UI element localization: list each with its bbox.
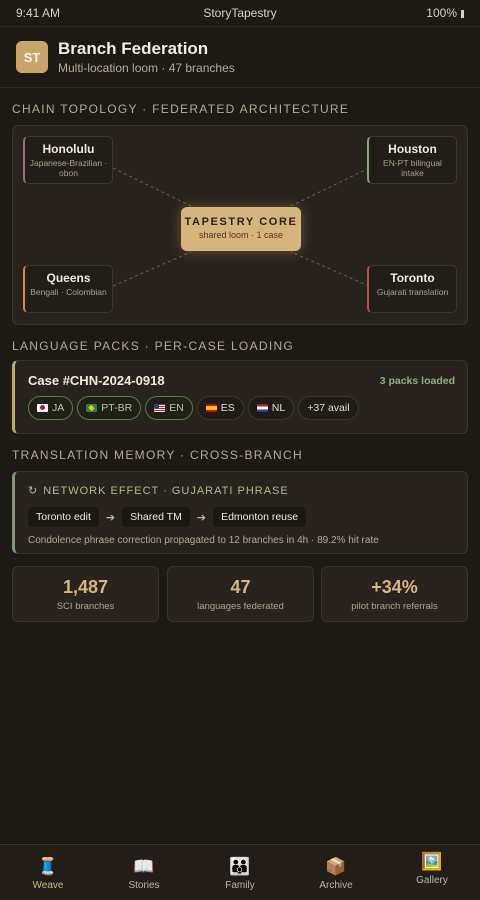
language-chip[interactable]: ES xyxy=(196,396,244,420)
branch-node-toronto[interactable]: Toronto Gujarati translation xyxy=(367,265,457,313)
flag-icon xyxy=(154,404,166,412)
bottom-nav: 🧵 Weave 📖 Stories 👪 Family 📦 Archive 🖼️ … xyxy=(0,844,480,900)
flow-step: Edmonton reuse xyxy=(213,507,307,527)
chip-label: +37 avail xyxy=(307,402,350,414)
avatar[interactable]: ST xyxy=(16,41,48,73)
flag-icon xyxy=(256,404,268,412)
book-icon: 📖 xyxy=(133,857,155,876)
chip-label: NL xyxy=(271,402,286,414)
header-text: Branch Federation Multi-location loom · … xyxy=(58,39,235,75)
topology-section-label: CHAIN TOPOLOGY · FEDERATED ARCHITECTURE xyxy=(12,102,350,116)
tm-note: Condolence phrase correction propagated … xyxy=(28,535,379,546)
link-honolulu xyxy=(112,167,192,207)
stat-value: 1,487 xyxy=(62,577,109,597)
box-icon: 📦 xyxy=(325,857,347,876)
flag-icon xyxy=(205,404,217,412)
branch-desc: Japanese-Brazilian · obon xyxy=(29,158,108,178)
refresh-icon: ↻ xyxy=(28,485,39,497)
tm-title: NETWORK EFFECT · GUJARATI PHRASE xyxy=(43,484,289,497)
stat-label: SCI branches xyxy=(56,601,115,612)
case-card: Case #CHN-2024-0918 3 packs loaded JA PT-… xyxy=(12,360,468,434)
branch-name: Honolulu xyxy=(42,142,95,156)
tm-flow: Toronto edit ➔ Shared TM ➔ Edmonton reus… xyxy=(28,507,455,527)
branch-node-honolulu[interactable]: Honolulu Japanese-Brazilian · obon xyxy=(23,136,113,184)
chip-label: JA xyxy=(52,402,65,414)
chip-label: ES xyxy=(220,402,235,414)
stat-card: 1,487 SCI branches xyxy=(12,566,159,622)
stat-card: +34% pilot branch referrals xyxy=(321,566,468,622)
stat-value: 47 xyxy=(230,577,251,597)
branch-desc: Gujarati translation xyxy=(376,287,449,297)
nav-label: Weave xyxy=(32,880,64,891)
language-chip-list: JA PT-BR EN ES NL +37 avail xyxy=(28,396,455,420)
app-header: ST Branch Federation Multi-location loom… xyxy=(0,26,480,88)
tapestry-core-node[interactable]: TAPESTRY CORE shared loom · 1 case xyxy=(181,207,301,251)
flag-icon xyxy=(86,404,98,412)
stat-label: pilot branch referrals xyxy=(351,601,438,612)
language-chip[interactable]: JA xyxy=(28,396,74,420)
flag-icon xyxy=(37,404,48,412)
stat-label: languages federated xyxy=(197,601,284,612)
branch-node-houston[interactable]: Houston EN-PT bilingual intake xyxy=(367,136,457,184)
core-desc: shared loom · 1 case xyxy=(198,230,284,240)
branch-desc: Bengali · Colombian xyxy=(30,287,107,297)
branch-node-queens[interactable]: Queens Bengali · Colombian xyxy=(23,265,113,313)
nav-family[interactable]: 👪 Family xyxy=(192,845,288,900)
stat-card: 47 languages federated xyxy=(167,566,314,622)
link-houston xyxy=(290,167,370,207)
link-toronto xyxy=(290,251,370,287)
topology-panel: Honolulu Japanese-Brazilian · obon Houst… xyxy=(12,125,468,325)
branch-name: Toronto xyxy=(390,271,435,285)
chip-label: PT-BR xyxy=(101,402,133,414)
link-queens xyxy=(112,251,192,287)
picture-icon: 🖼️ xyxy=(421,852,443,871)
nav-stories[interactable]: 📖 Stories xyxy=(96,845,192,900)
case-title: Case #CHN-2024-0918 xyxy=(28,373,165,388)
language-chip[interactable]: NL xyxy=(247,396,295,420)
branch-desc: EN-PT bilingual intake xyxy=(383,158,442,178)
nav-label: Family xyxy=(225,880,255,891)
core-name: TAPESTRY CORE xyxy=(184,216,298,228)
language-packs-section-label: LANGUAGE PACKS · PER-CASE LOADING xyxy=(12,339,295,353)
status-app-name: StoryTapestry xyxy=(203,6,277,20)
status-bar: 9:41 AM StoryTapestry 100% xyxy=(0,0,480,26)
spool-icon: 🧵 xyxy=(37,857,59,876)
chip-label: EN xyxy=(169,402,184,414)
nav-gallery[interactable]: 🖼️ Gallery xyxy=(384,845,480,900)
language-chip[interactable]: +37 avail xyxy=(298,396,359,420)
language-chip[interactable]: EN xyxy=(145,396,193,420)
flow-step: Toronto edit xyxy=(28,507,99,527)
page-subtitle: Multi-location loom · 47 branches xyxy=(58,61,235,75)
translation-memory-section-label: TRANSLATION MEMORY · CROSS-BRANCH xyxy=(12,448,303,462)
branch-name: Houston xyxy=(388,142,437,156)
page-title: Branch Federation xyxy=(58,39,209,58)
translation-memory-card: ↻ NETWORK EFFECT · GUJARATI PHRASE Toron… xyxy=(12,471,468,554)
flow-step: Shared TM xyxy=(122,507,190,527)
nav-label: Stories xyxy=(128,880,160,891)
nav-label: Gallery xyxy=(416,875,448,886)
nav-label: Archive xyxy=(319,880,353,891)
nav-weave[interactable]: 🧵 Weave xyxy=(0,845,96,900)
language-chip[interactable]: PT-BR xyxy=(77,396,142,420)
packs-loaded-count: 3 packs loaded xyxy=(379,374,455,387)
stat-value: +34% xyxy=(371,577,418,597)
arrow-right-icon: ➔ xyxy=(105,511,116,524)
arrow-right-icon: ➔ xyxy=(196,511,207,524)
branch-name: Queens xyxy=(46,271,91,285)
nav-archive[interactable]: 📦 Archive xyxy=(288,845,384,900)
family-icon: 👪 xyxy=(229,857,251,876)
